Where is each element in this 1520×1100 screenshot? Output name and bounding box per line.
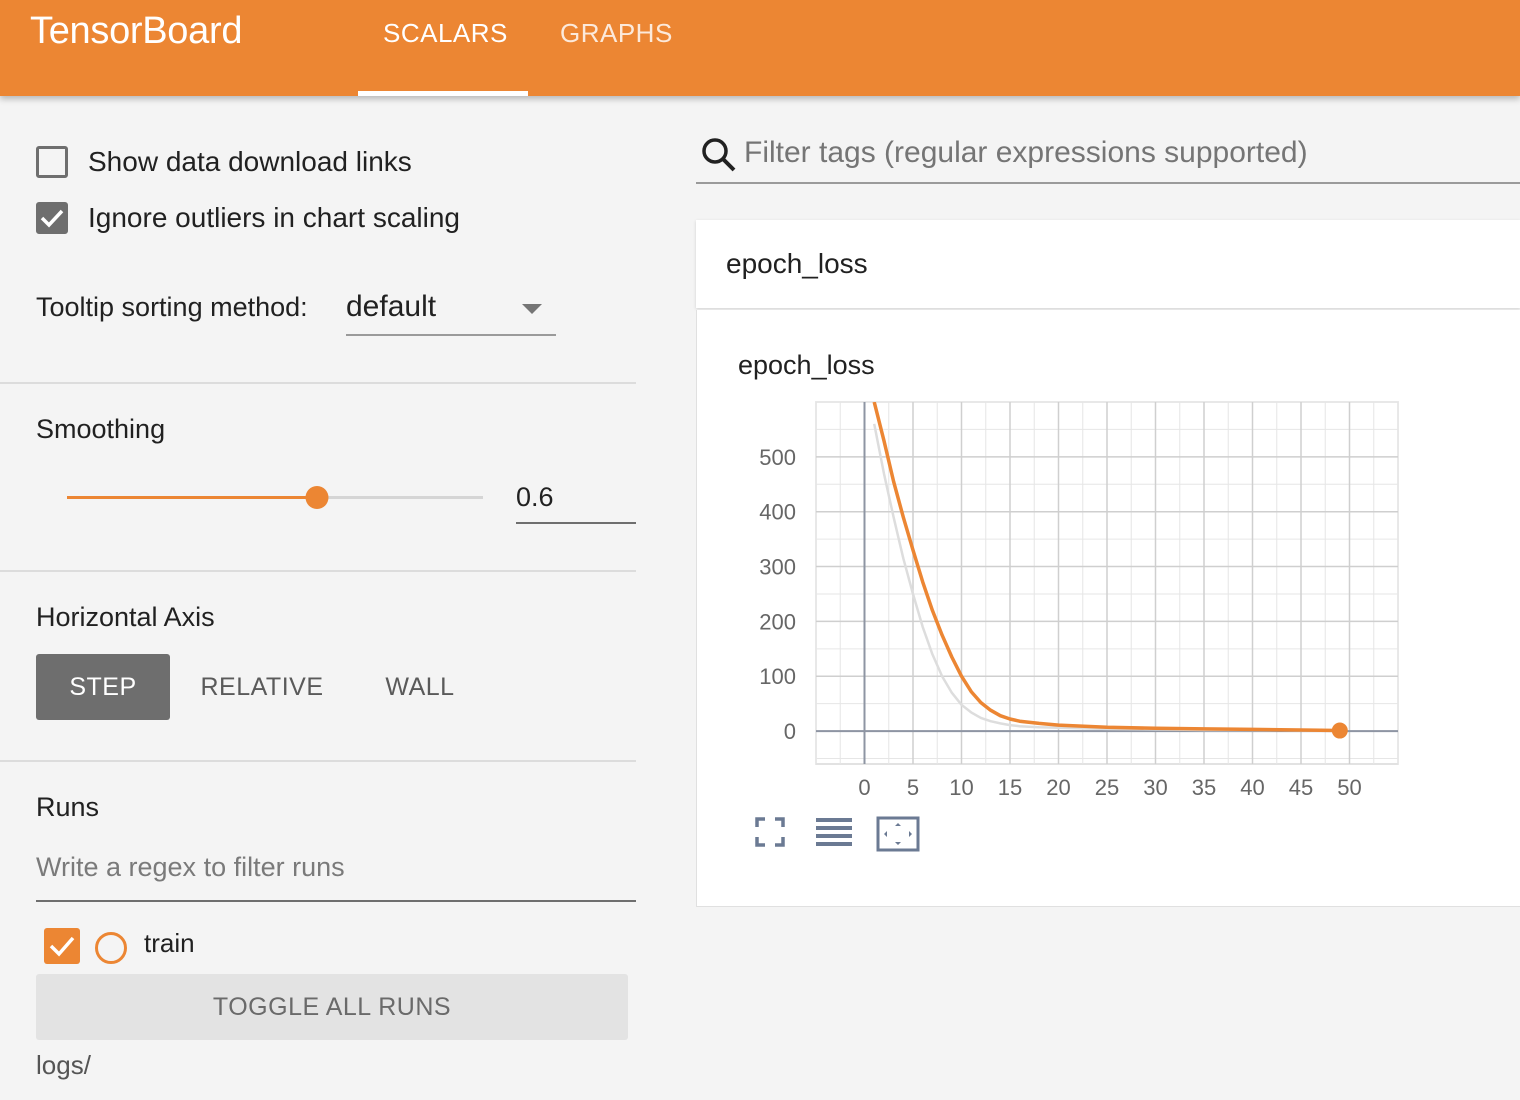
runs-title: Runs: [36, 792, 100, 822]
tag-group-title: epoch_loss: [726, 248, 868, 279]
top-app-bar: TensorBoard SCALARS GRAPHS: [0, 0, 1520, 96]
smoothing-slider-thumb[interactable]: [305, 486, 329, 509]
log-directory-label: logs/: [36, 1050, 91, 1080]
tooltip-sorting-label: Tooltip sorting method:: [36, 292, 308, 322]
ignore-outliers-label: Ignore outliers in chart scaling: [88, 202, 460, 233]
run-train-checkbox[interactable]: [44, 928, 80, 964]
section-divider: [0, 570, 636, 572]
tooltip-sorting-value: default: [346, 290, 437, 323]
fullscreen-icon[interactable]: [754, 816, 786, 848]
app-brand: TensorBoard: [30, 10, 243, 52]
smoothing-title: Smoothing: [36, 414, 166, 444]
smoothing-slider[interactable]: [67, 486, 483, 509]
tag-filter-placeholder: Filter tags (regular expressions support…: [744, 136, 1308, 169]
show-download-links-option[interactable]: Show data download links: [36, 146, 412, 178]
run-train-label: train: [144, 928, 195, 958]
tab-graphs[interactable]: GRAPHS: [560, 18, 673, 49]
axis-wall-button[interactable]: WALL: [360, 654, 480, 720]
section-divider: [0, 382, 636, 384]
checkmark-icon: [40, 209, 64, 228]
tab-scalars[interactable]: SCALARS: [383, 18, 508, 49]
show-download-links-checkbox[interactable]: [36, 146, 68, 178]
dropdown-arrow-icon: [522, 304, 542, 314]
checkmark-icon: [49, 936, 75, 957]
ignore-outliers-checkbox[interactable]: [36, 202, 68, 234]
section-divider: [0, 760, 636, 762]
ignore-outliers-option[interactable]: Ignore outliers in chart scaling: [36, 202, 460, 234]
tag-group-header[interactable]: epoch_loss: [696, 220, 1520, 308]
log-scale-icon[interactable]: [815, 816, 853, 850]
chart-title: epoch_loss: [738, 350, 875, 380]
run-color-indicator[interactable]: [95, 932, 127, 964]
tag-filter-input[interactable]: Filter tags (regular expressions support…: [696, 132, 1520, 184]
fit-domain-icon[interactable]: [876, 816, 920, 852]
search-icon: [702, 138, 736, 172]
tooltip-sorting-select[interactable]: default: [346, 286, 556, 336]
axis-relative-button[interactable]: RELATIVE: [190, 654, 334, 720]
toggle-all-runs-button[interactable]: TOGGLE ALL RUNS: [36, 974, 628, 1040]
smoothing-slider-fill: [67, 496, 317, 499]
show-download-links-label: Show data download links: [88, 146, 412, 177]
axis-step-button[interactable]: STEP: [36, 654, 170, 720]
smoothing-value-input[interactable]: 0.6: [516, 476, 636, 524]
runs-filter-input[interactable]: Write a regex to filter runs: [36, 852, 636, 902]
active-tab-indicator: [358, 91, 528, 96]
horizontal-axis-title: Horizontal Axis: [36, 602, 215, 632]
